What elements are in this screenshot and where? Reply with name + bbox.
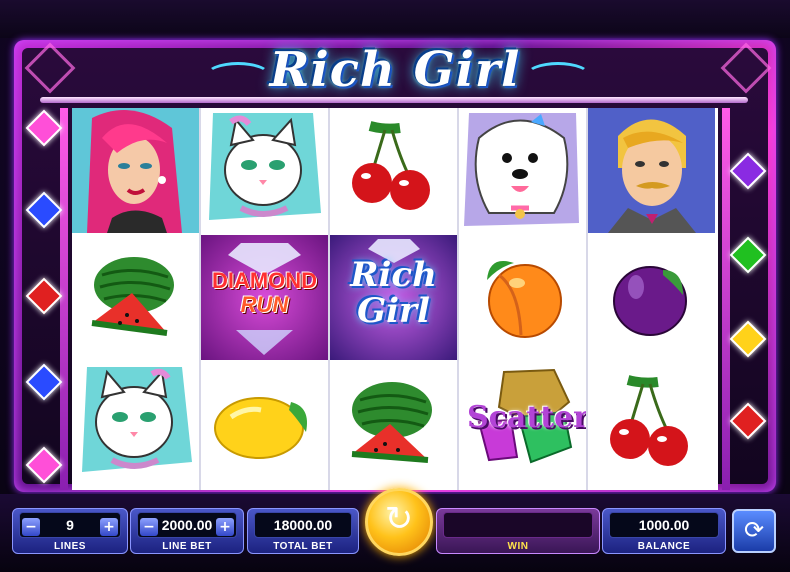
lemon-icon (214, 397, 307, 459)
plum-icon (613, 266, 687, 336)
win-panel: WIN (436, 508, 600, 554)
symbol-scatter: Scatter (459, 362, 586, 487)
cherries-icon (352, 121, 430, 210)
dog-icon (464, 113, 579, 226)
total-bet-value: 18000.00 (273, 517, 333, 533)
symbol-peach (459, 235, 586, 360)
peach-icon (487, 261, 562, 338)
spin-icon: ↻ (384, 499, 414, 539)
cat-icon (82, 367, 192, 472)
symbol-watermelon (72, 235, 199, 360)
diamond-run-line2: RUN (240, 292, 289, 317)
symbol-plum (588, 235, 715, 360)
symbol-cat (201, 108, 328, 233)
symbol-lemon (201, 362, 328, 487)
reel-1 (72, 108, 201, 490)
reel-2: DIAMOND RUN (201, 108, 330, 490)
watermelon-icon (91, 257, 174, 336)
line-bet-panel: − 2000.00 + LINE BET (130, 508, 244, 554)
cat-icon (209, 113, 321, 220)
diamond-run-line1: DIAMOND (211, 268, 318, 293)
symbol-watermelon (330, 362, 457, 487)
slot-game: Rich Girl DIAMOND RUN Rich Girl Scatter … (0, 0, 790, 572)
lines-label: LINES (54, 541, 86, 552)
line-bet-label: LINE BET (162, 541, 212, 552)
symbol-rich-girl-woman (72, 108, 199, 233)
balance-label: BALANCE (637, 541, 691, 552)
symbol-rich-girl-logo: Rich Girl (330, 235, 457, 360)
cherries-icon (610, 375, 688, 466)
lines-panel: − 9 + LINES (12, 508, 128, 554)
autoplay-icon: ⟳ (743, 516, 765, 544)
symbol-diamond-run: DIAMOND RUN (201, 235, 328, 360)
lines-increase-button[interactable]: + (100, 518, 118, 536)
top-bar (0, 0, 790, 38)
balance-panel: 1000.00 BALANCE (602, 508, 726, 554)
spin-button[interactable]: ↻ (365, 488, 433, 556)
symbol-cherries (588, 362, 715, 487)
game-logo: Rich Girl (269, 42, 521, 98)
reel-3: Rich Girl (330, 108, 459, 490)
line-bet-increase-button[interactable]: + (216, 518, 234, 536)
autoplay-button[interactable]: ⟳ (732, 509, 776, 553)
symbol-cherries (330, 108, 457, 233)
balance-value: 1000.00 (638, 517, 690, 533)
butler-icon (588, 108, 715, 233)
symbol-dog (459, 108, 586, 233)
reel-5 (588, 108, 715, 490)
reel-4: Scatter (459, 108, 588, 490)
reels-area: DIAMOND RUN Rich Girl Scatter (72, 108, 718, 490)
rich-girl-line2: Girl (357, 291, 430, 331)
top-rail (40, 97, 748, 103)
total-bet-label: TOTAL BET (273, 541, 333, 552)
scatter-label: Scatter (467, 400, 586, 435)
win-label: WIN (507, 541, 529, 552)
symbol-cat (72, 362, 199, 487)
watermelon-icon (351, 382, 432, 463)
total-bet-panel: 18000.00 TOTAL BET (247, 508, 359, 554)
woman-icon (72, 108, 199, 233)
symbol-butler (588, 108, 715, 233)
rich-girl-line1: Rich (350, 255, 437, 295)
